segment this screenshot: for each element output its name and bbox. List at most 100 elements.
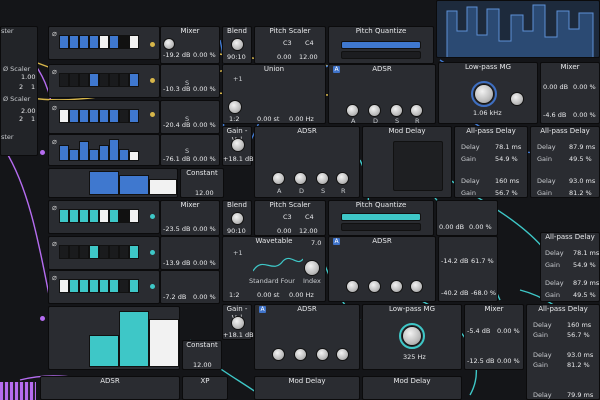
step[interactable] <box>119 35 129 49</box>
step[interactable] <box>69 73 79 87</box>
delay-value[interactable]: 160 ms <box>567 321 591 329</box>
gain-value[interactable]: 54.9 % <box>573 261 596 269</box>
blend-module-1[interactable]: Blend 90:10 <box>222 26 252 64</box>
bar[interactable] <box>89 335 119 367</box>
step[interactable] <box>89 279 99 293</box>
adsr-module-2[interactable]: ADSR A D S R <box>254 126 360 198</box>
mod-delay-module-3[interactable]: Mod Delay <box>362 376 462 400</box>
constant-value[interactable]: 12.00 <box>193 361 212 369</box>
gain-value[interactable]: 56.7 % <box>567 331 590 339</box>
step[interactable] <box>119 209 129 223</box>
step[interactable] <box>59 109 69 123</box>
scaler-value[interactable]: 1 <box>31 115 35 123</box>
bar[interactable] <box>119 311 149 367</box>
output-port[interactable] <box>150 250 155 255</box>
delay-value[interactable]: 87.9 ms <box>573 279 599 287</box>
pitch-low[interactable]: C3 <box>283 39 292 47</box>
cutoff-value[interactable]: 325 Hz <box>403 353 426 361</box>
scaler-value[interactable]: 2 <box>19 115 23 123</box>
ratio-knob[interactable] <box>229 101 241 113</box>
step[interactable] <box>89 73 99 87</box>
step[interactable] <box>109 245 119 259</box>
mixer-module-right-3[interactable]: -14.2 dB 61.7 % -40.2 dB -68.0 % <box>438 236 498 302</box>
gain-value[interactable]: 49.5 % <box>569 155 592 163</box>
pitch-range[interactable]: 12.00 <box>299 53 318 61</box>
input-port[interactable] <box>40 150 45 155</box>
allpass-module-1[interactable]: All-pass Delay Delay 78.1 ms Gain 54.9 %… <box>454 126 528 198</box>
step[interactable] <box>79 245 89 259</box>
decay-knob[interactable] <box>369 281 380 292</box>
allpass-module-4[interactable]: All-pass Delay Delay 160 ms Gain 56.7 % … <box>526 304 600 400</box>
mixer-db[interactable]: 0.00 dB <box>439 223 464 231</box>
bar[interactable] <box>149 179 177 195</box>
step[interactable] <box>109 279 119 293</box>
delay-value[interactable]: 93.0 ms <box>567 351 593 359</box>
mixer-pct[interactable]: 0.00 % <box>573 83 596 91</box>
ratio-value[interactable]: 1:2 <box>229 291 239 299</box>
pitch-quantize-module-2[interactable]: Pitch Quantize <box>328 200 434 236</box>
pitch-range[interactable]: 12.00 <box>299 227 318 235</box>
gain-value[interactable]: 56.7 % <box>495 189 518 197</box>
semitone-value[interactable]: 0.00 st <box>257 115 279 123</box>
mixer-db[interactable]: -10.3 dB <box>163 85 190 93</box>
mixer-pct[interactable]: 0.00 % <box>193 259 216 267</box>
pitch-high[interactable]: C4 <box>305 39 314 47</box>
delay-value[interactable]: 93.0 ms <box>569 177 595 185</box>
step[interactable] <box>119 73 129 87</box>
mixer-knob[interactable] <box>164 39 174 49</box>
output-port[interactable] <box>150 78 155 83</box>
bar[interactable] <box>109 139 119 161</box>
gain-knob[interactable] <box>232 139 244 151</box>
allpass-module-3[interactable]: All-pass Delay Delay 78.1 ms Gain 54.9 %… <box>540 232 600 302</box>
step[interactable] <box>129 279 139 293</box>
step-sequencer-2[interactable]: ⌀ <box>48 64 160 98</box>
sustain-knob[interactable] <box>317 349 328 360</box>
mixer-pct[interactable]: 0.00 % <box>469 223 492 231</box>
mixer-module-5[interactable]: Mixer -23.5 dB 0.00 % <box>160 200 220 236</box>
delay-value[interactable]: 78.1 ms <box>573 249 599 257</box>
step-sequencer-1[interactable]: ⌀ <box>48 26 160 60</box>
delay-value[interactable]: 87.9 ms <box>569 143 595 151</box>
mixer-db[interactable]: -5.4 dB <box>467 327 490 335</box>
mixer-pct[interactable]: 0.00 % <box>193 155 216 163</box>
scaler-value[interactable]: 2.00 <box>21 107 35 115</box>
step[interactable] <box>59 35 69 49</box>
step[interactable] <box>59 245 69 259</box>
step-sequencer-3[interactable]: ⌀ <box>48 100 160 134</box>
step-sequencer-5[interactable]: ⌀ <box>48 236 160 270</box>
attack-knob[interactable] <box>273 173 284 184</box>
step[interactable] <box>79 73 89 87</box>
step[interactable] <box>79 35 89 49</box>
resonance-knob[interactable] <box>511 93 523 105</box>
allpass-module-2[interactable]: All-pass Delay Delay 87.9 ms Gain 49.5 %… <box>530 126 600 198</box>
mixer-pct[interactable]: 0.00 % <box>497 327 520 335</box>
step[interactable] <box>59 73 69 87</box>
step-sequencer-6[interactable]: ⌀ <box>48 270 160 304</box>
unlink-icon[interactable]: ⌀ <box>52 204 57 212</box>
pitch-high[interactable]: C4 <box>305 213 314 221</box>
cutoff-knob[interactable] <box>475 85 493 103</box>
union-module[interactable]: Union +1 1:2 0.00 st 0.00 Hz <box>222 64 326 124</box>
mixer-db[interactable]: -7.2 dB <box>163 293 186 301</box>
rate-grid[interactable] <box>393 141 443 191</box>
step[interactable] <box>79 279 89 293</box>
step[interactable] <box>99 245 109 259</box>
note-keys[interactable] <box>341 41 421 49</box>
adsr-module-bottom[interactable]: ADSR <box>40 376 180 400</box>
mixer-db[interactable]: -14.2 dB <box>441 257 468 265</box>
step[interactable] <box>99 209 109 223</box>
gain-value[interactable]: 49.5 % <box>573 291 596 299</box>
delay-value[interactable]: 79.9 ms <box>567 391 593 399</box>
mixer-module-right-1[interactable]: Mixer 0.00 dB 0.00 % -4.6 dB 0.00 % <box>540 62 600 124</box>
step[interactable] <box>119 245 129 259</box>
adsr-module-4[interactable]: A ADSR <box>254 304 360 370</box>
mixer-db[interactable]: 0.00 dB <box>543 83 568 91</box>
adsr-module-1[interactable]: A ADSR A D S R <box>328 64 436 125</box>
unlink-icon[interactable]: ⌀ <box>52 274 57 282</box>
blend-knob[interactable] <box>232 39 243 50</box>
mixer-pct[interactable]: 0.00 % <box>573 111 596 119</box>
gain-value[interactable]: +18.1 dB <box>223 155 254 163</box>
mixer-pct[interactable]: 0.00 % <box>193 225 216 233</box>
mixer-db[interactable]: -76.1 dB <box>163 155 190 163</box>
bar[interactable] <box>89 171 119 195</box>
